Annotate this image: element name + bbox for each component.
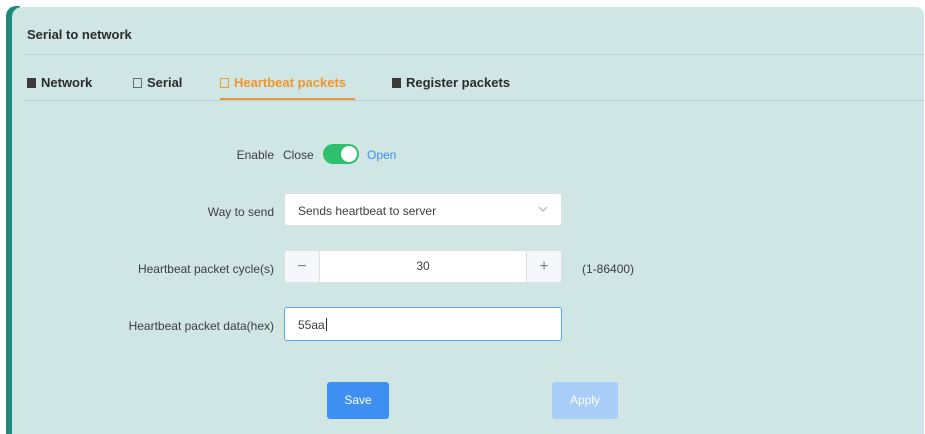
tab-serial[interactable]: Serial [133, 75, 182, 90]
title-divider [24, 54, 924, 55]
tab-label: Register packets [406, 75, 511, 90]
way-to-send-value: Sends heartbeat to server [298, 204, 437, 218]
enable-label: Enable [236, 148, 274, 162]
tabs-divider [24, 100, 924, 101]
text-caret [325, 318, 327, 331]
save-button[interactable]: Save [327, 382, 389, 419]
decrement-button[interactable]: − [285, 251, 320, 282]
data-hex-value: 55aa [298, 318, 327, 332]
data-hex-text: 55aa [298, 318, 325, 332]
apply-button[interactable]: Apply [552, 382, 618, 419]
data-hex-input[interactable]: 55aa [284, 307, 562, 341]
way-to-send-select[interactable]: Sends heartbeat to server [284, 193, 562, 226]
cycle-range-hint: (1-86400) [582, 262, 635, 276]
tab-heartbeat-packets[interactable]: Heartbeat packets [220, 75, 346, 90]
tab-label: Serial [147, 75, 183, 90]
tab-register-packets[interactable]: Register packets [392, 75, 510, 90]
toggle-knob [341, 146, 357, 162]
enable-on-text: Open [367, 148, 397, 162]
cycle-stepper: − 30 + [284, 250, 562, 283]
tab-label: Heartbeat packets [234, 75, 346, 90]
chevron-down-icon [538, 206, 548, 212]
page: Serial to network Network Serial Heartbe… [0, 0, 925, 434]
tab-label: Network [41, 75, 93, 90]
enable-toggle[interactable] [323, 144, 359, 164]
cycle-label: Heartbeat packet cycle(s) [137, 262, 274, 276]
clipboard-icon [27, 78, 36, 88]
increment-button[interactable]: + [526, 251, 561, 282]
cycle-input[interactable]: 30 [320, 251, 526, 282]
calendar-icon [220, 78, 229, 88]
tab-network[interactable]: Network [27, 75, 92, 90]
enable-off-text: Close [283, 148, 314, 162]
way-to-send-label: Way to send [207, 205, 274, 219]
panel-title: Serial to network [27, 27, 132, 42]
calendar-icon [133, 78, 142, 88]
serial-to-network-panel: Serial to network Network Serial Heartbe… [12, 7, 924, 434]
data-hex-label: Heartbeat packet data(hex) [128, 319, 274, 333]
clipboard-icon [392, 78, 401, 88]
